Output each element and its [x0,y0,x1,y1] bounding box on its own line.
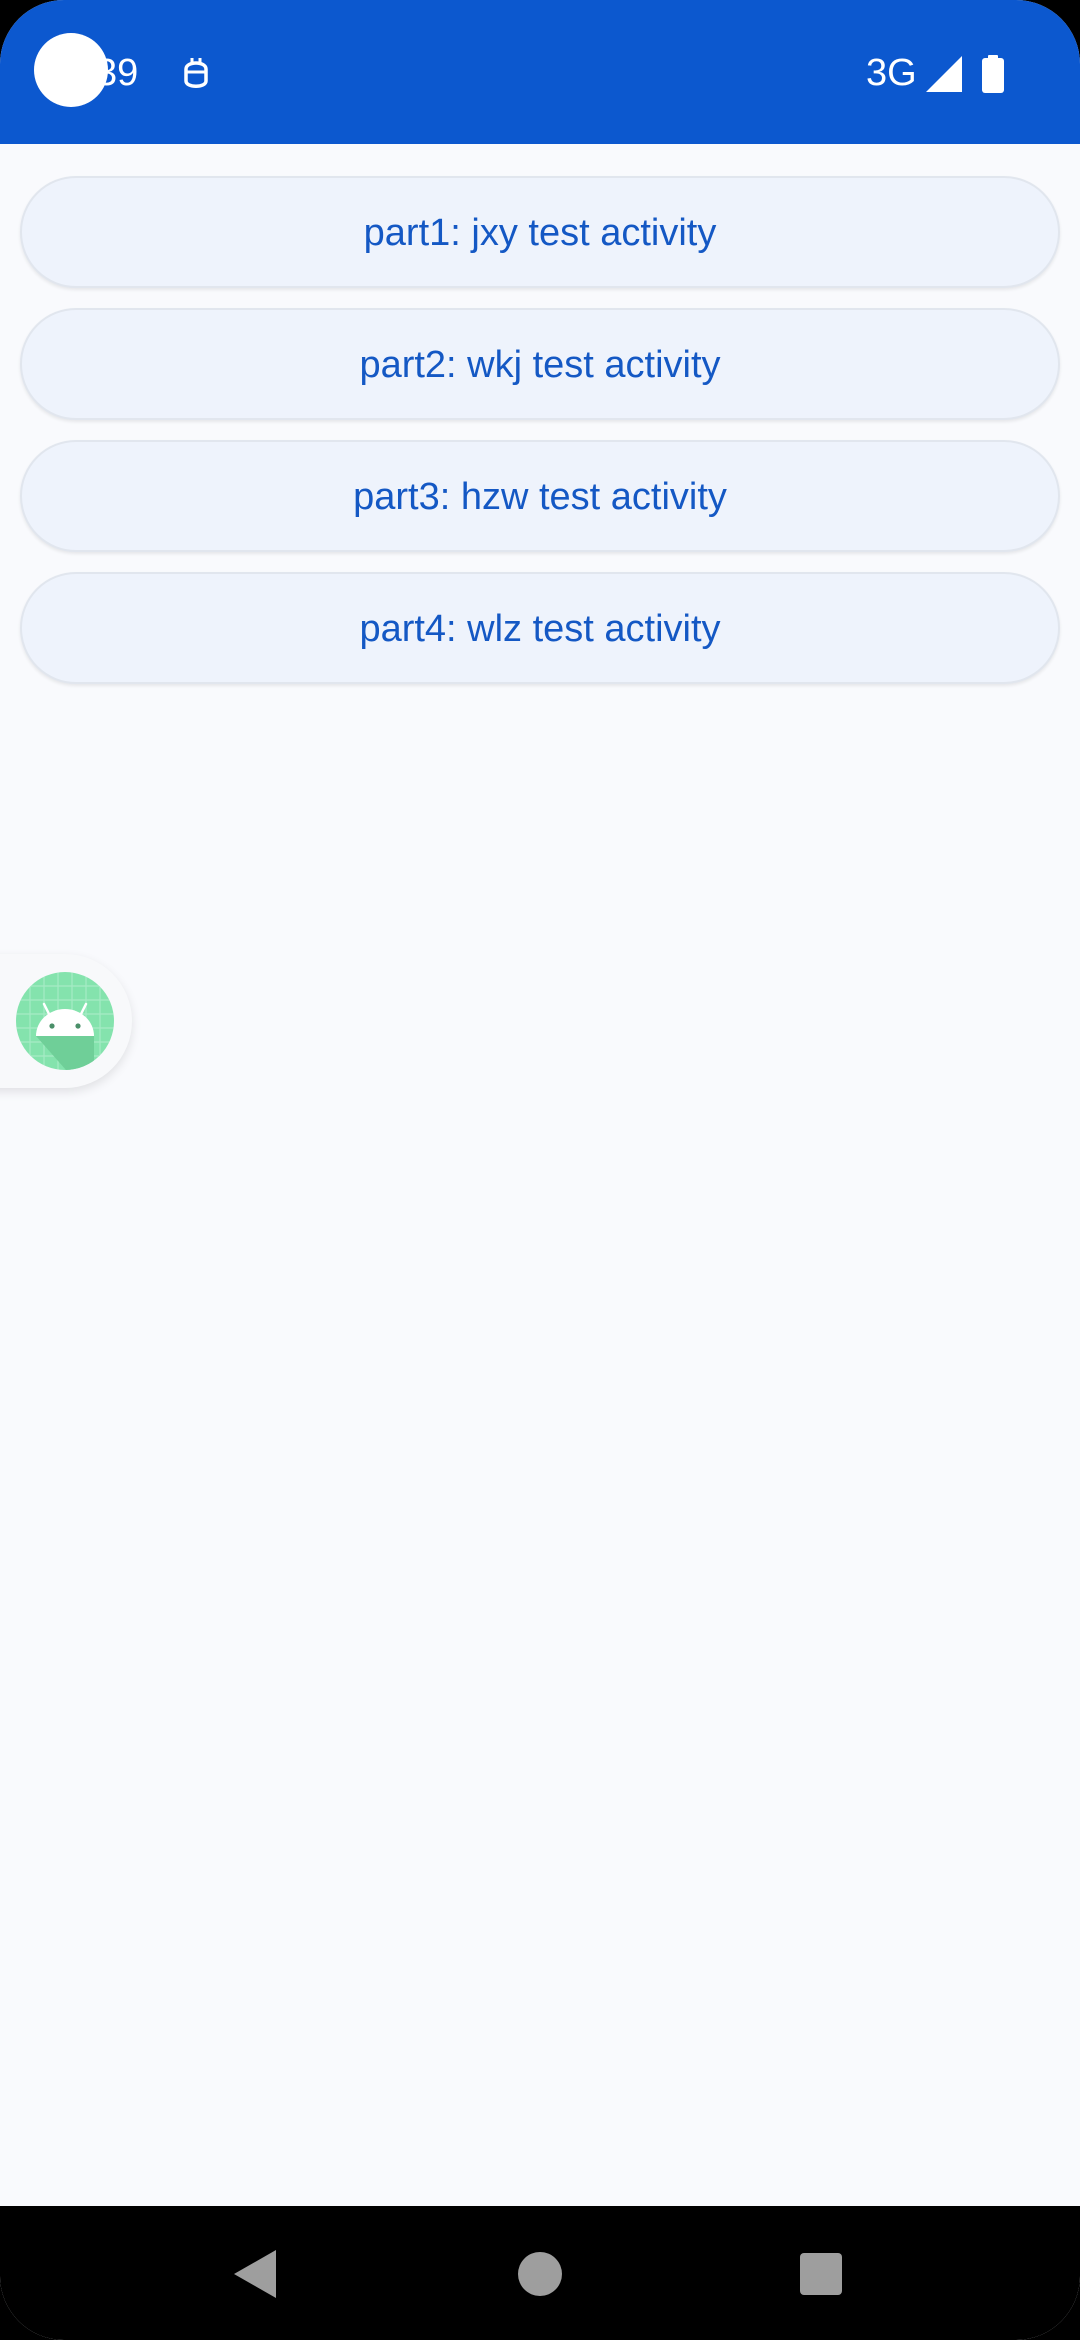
status-bar: 39 3G [0,0,1080,144]
app-screen: 39 3G part1: jxy test activity part2: wk… [0,0,1080,2340]
part4-activity-button[interactable]: part4: wlz test activity [20,572,1060,684]
home-circle-icon[interactable] [518,2252,562,2296]
android-icon [16,972,114,1070]
cell-signal-icon [926,56,962,92]
floating-debug-widget[interactable] [0,954,132,1088]
part3-activity-button[interactable]: part3: hzw test activity [20,440,1060,552]
privacy-mask-icon [184,58,208,88]
network-type: 3G [866,52,917,94]
status-time: 39 [96,52,139,94]
navigation-bar [0,2206,1080,2340]
back-triangle-icon[interactable] [234,2250,276,2298]
part2-activity-button[interactable]: part2: wkj test activity [20,308,1060,420]
battery-icon [982,55,1004,93]
recents-square-icon[interactable] [800,2253,842,2295]
part1-activity-button[interactable]: part1: jxy test activity [20,176,1060,288]
activity-button-list: part1: jxy test activity part2: wkj test… [20,176,1060,704]
